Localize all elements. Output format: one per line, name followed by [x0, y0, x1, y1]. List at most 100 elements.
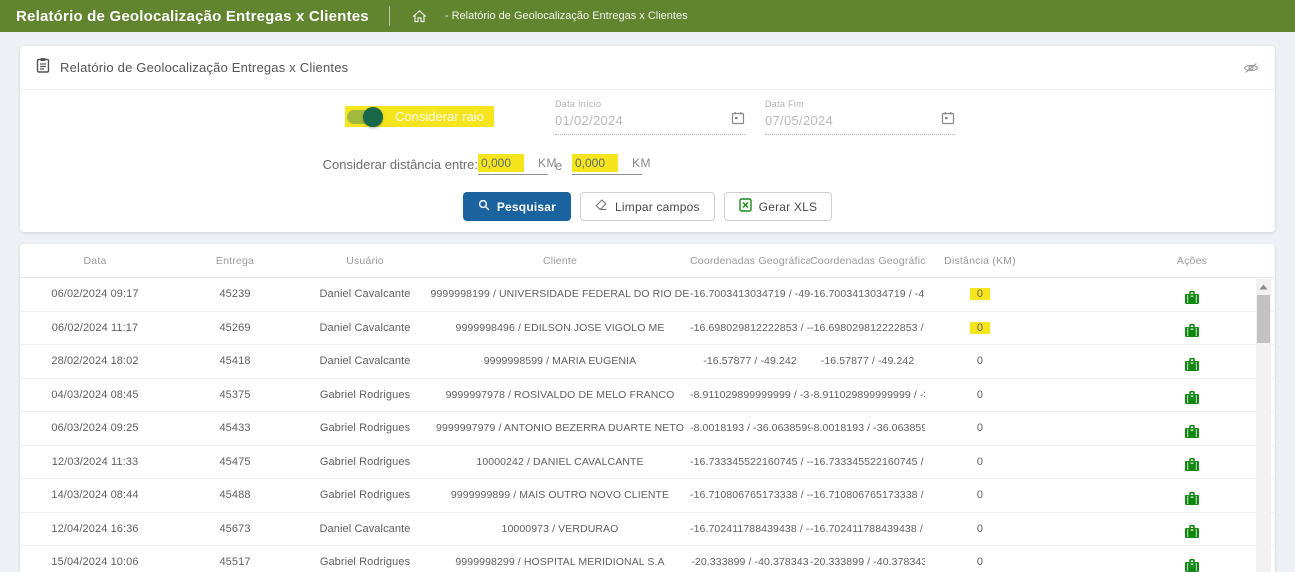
cell-coord-delivery: -8.911029899999999 / -36.48462	[690, 389, 810, 401]
distance-from-input[interactable]	[478, 154, 524, 172]
col-header-entrega: Entrega	[170, 255, 300, 267]
distance-value: 0	[977, 389, 983, 401]
date-end-label: Data Fim	[765, 99, 955, 109]
date-start-input[interactable]	[555, 113, 731, 128]
cell-coord-delivery: -16.698029812222853 / -49.2549	[690, 322, 810, 334]
distance-row: Considerar distância entre: KM e KM	[20, 154, 1275, 176]
eraser-icon	[595, 199, 608, 214]
cell-coord-delivery: -8.0018193 / -36.0638599	[690, 422, 810, 434]
cell-distance: 0	[925, 288, 1035, 300]
cell-coord-delivery: -16.7003413034719 / -49.256287	[690, 288, 810, 300]
cell-actions	[1035, 524, 1259, 542]
gerar-xls-button[interactable]: Gerar XLS	[724, 192, 833, 221]
vertical-scrollbar[interactable]	[1256, 279, 1271, 572]
calendar-icon[interactable]	[941, 111, 955, 130]
briefcase-icon[interactable]	[1184, 357, 1200, 372]
cell-coord-client: -16.698029812222853 / -49.25490	[810, 322, 925, 334]
distance-value: 0	[977, 489, 983, 501]
toggle-switch[interactable]	[347, 110, 385, 124]
cell-distance: 0	[925, 489, 1035, 501]
col-header-distancia: Distância (KM)	[925, 255, 1035, 267]
eye-off-icon[interactable]	[1243, 61, 1259, 75]
distance-label: Considerar distância entre:	[323, 157, 478, 172]
date-end-field: Data Fim	[765, 99, 955, 135]
cell-delivery: 45475	[170, 456, 300, 468]
home-icon[interactable]	[412, 9, 427, 24]
distance-value: 0	[970, 288, 990, 300]
cell-coord-delivery: -16.710806765173338 / -49.31778	[690, 489, 810, 501]
cell-coord-client: -16.702411788439438 / -49.302181	[810, 523, 925, 535]
pesquisar-button[interactable]: Pesquisar	[463, 192, 571, 221]
briefcase-icon[interactable]	[1184, 524, 1200, 539]
cell-coord-delivery: -16.702411788439438 / -49.30218	[690, 523, 810, 535]
considerar-raio-toggle[interactable]: Considerar raio	[345, 106, 494, 127]
cell-date: 12/04/2024 16:36	[20, 523, 170, 535]
briefcase-icon[interactable]	[1184, 491, 1200, 506]
cell-coord-client: -20.333899 / -40.378343	[810, 556, 925, 568]
cell-coord-client: -16.57877 / -49.242	[810, 355, 925, 367]
distance-from-field: KM	[478, 154, 548, 175]
cell-client: 10000242 / DANIEL CAVALCANTE	[430, 456, 690, 468]
table-row: 14/03/2024 08:44 45488 Gabriel Rodrigues…	[20, 479, 1275, 513]
briefcase-icon[interactable]	[1184, 424, 1200, 439]
cell-actions	[1035, 357, 1259, 375]
button-row: Pesquisar Limpar campos Gerar XLS	[20, 192, 1275, 221]
cell-client: 9999997978 / ROSIVALDO DE MELO FRANCO	[430, 389, 690, 401]
distance-to-input[interactable]	[572, 154, 618, 172]
cell-date: 06/02/2024 11:17	[20, 322, 170, 334]
calendar-icon[interactable]	[731, 111, 745, 130]
cell-client: 9999998299 / HOSPITAL MERIDIONAL S.A	[430, 556, 690, 568]
toggle-knob	[363, 107, 383, 127]
gerar-xls-label: Gerar XLS	[759, 200, 818, 214]
cell-actions	[1035, 290, 1259, 308]
briefcase-icon[interactable]	[1184, 323, 1200, 338]
cell-distance: 0	[925, 422, 1035, 434]
briefcase-icon[interactable]	[1184, 558, 1200, 572]
cell-actions	[1035, 424, 1259, 442]
col-header-coord-entrega: Coordenadas Geográficas da Entreg	[690, 255, 810, 267]
scrollbar-thumb[interactable]	[1257, 295, 1270, 343]
date-start-label: Data Início	[555, 99, 745, 109]
briefcase-icon[interactable]	[1184, 290, 1200, 305]
distance-to-field: KM	[572, 154, 642, 175]
pesquisar-label: Pesquisar	[497, 200, 556, 214]
cell-distance: 0	[925, 456, 1035, 468]
cell-user: Gabriel Rodrigues	[300, 456, 430, 468]
cell-delivery: 45673	[170, 523, 300, 535]
cell-user: Daniel Cavalcante	[300, 288, 430, 300]
filter-card: Relatório de Geolocalização Entregas x C…	[20, 46, 1275, 232]
distance-value: 0	[977, 456, 983, 468]
scroll-up-arrow[interactable]	[1256, 279, 1271, 294]
cell-client: 9999998599 / MARIA EUGENIA	[430, 355, 690, 367]
cell-actions	[1035, 491, 1259, 509]
cell-coord-client: -16.733345522160745 / -49.343478	[810, 456, 925, 468]
cell-actions	[1035, 558, 1259, 572]
cell-actions	[1035, 457, 1259, 475]
table-row: 12/03/2024 11:33 45475 Gabriel Rodrigues…	[20, 446, 1275, 480]
cell-client: 10000973 / VERDURAO	[430, 523, 690, 535]
cell-coord-client: -8.911029899999999 / -36.4846218	[810, 389, 925, 401]
distance-value: 0	[977, 422, 983, 434]
cell-delivery: 45517	[170, 556, 300, 568]
cell-date: 15/04/2024 10:06	[20, 556, 170, 568]
cell-date: 04/03/2024 08:45	[20, 389, 170, 401]
cell-user: Daniel Cavalcante	[300, 523, 430, 535]
distance-value: 0	[977, 355, 983, 367]
cell-user: Daniel Cavalcante	[300, 322, 430, 334]
briefcase-icon[interactable]	[1184, 390, 1200, 405]
cell-client: 9999998199 / UNIVERSIDADE FEDERAL DO RIO…	[430, 288, 690, 300]
date-end-input[interactable]	[765, 113, 941, 128]
table-row: 28/02/2024 18:02 45418 Daniel Cavalcante…	[20, 345, 1275, 379]
distance-connector: e	[555, 158, 562, 173]
cell-client: 9999997979 / ANTONIO BEZERRA DUARTE NETO	[430, 422, 690, 434]
cell-delivery: 45488	[170, 489, 300, 501]
limpar-campos-button[interactable]: Limpar campos	[580, 192, 715, 221]
table-row: 15/04/2024 10:06 45517 Gabriel Rodrigues…	[20, 546, 1275, 572]
cell-date: 28/02/2024 18:02	[20, 355, 170, 367]
briefcase-icon[interactable]	[1184, 457, 1200, 472]
toggle-label: Considerar raio	[395, 109, 484, 124]
distance-value: 0	[977, 556, 983, 568]
table-row: 04/03/2024 08:45 45375 Gabriel Rodrigues…	[20, 379, 1275, 413]
distance-value: 0	[977, 523, 983, 535]
cell-distance: 0	[925, 355, 1035, 367]
